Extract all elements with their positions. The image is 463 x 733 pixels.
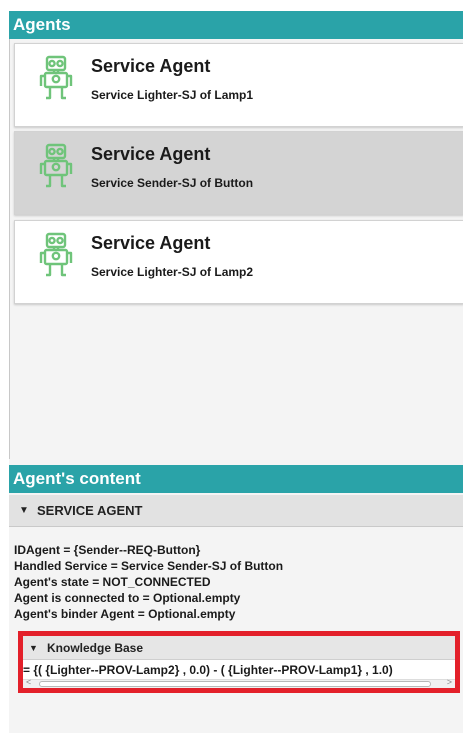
collapse-arrow-icon: ▼ [19,505,29,516]
agent-service: Service Sender-SJ of Button [91,176,254,190]
agent-state-line: Agent's state = NOT_CONNECTED [14,575,211,589]
scroll-left-icon[interactable]: < [26,677,31,687]
agent-card-3[interactable]: Service Agent Service Lighter-SJ of Lamp… [14,220,463,304]
knowledge-base-highlight: ▼ Knowledge Base = {( {Lighter--PROV-Lam… [18,631,460,693]
robot-icon [39,55,73,100]
agents-panel-title: Agents [9,11,463,39]
agent-name: Service Agent [91,144,211,164]
knowledge-base-toggle[interactable]: ▼ Knowledge Base [23,636,455,660]
content-panel-title: Agent's content [9,465,463,493]
robot-icon [39,143,73,188]
robot-icon [39,232,73,277]
service-agent-section-toggle[interactable]: ▼ SERVICE AGENT [9,495,463,527]
knowledge-base-text: = {( {Lighter--PROV-Lamp2} , 0.0) - ( {L… [23,663,393,677]
agents-list[interactable]: Service Agent Service Lighter-SJ of Lamp… [9,39,463,459]
connected-to-line: Agent is connected to = Optional.empty [14,591,241,605]
agent-name: Service Agent [91,233,211,253]
horizontal-scrollbar[interactable]: < > [23,677,455,688]
binder-agent-line: Agent's binder Agent = Optional.empty [14,607,236,621]
scrollbar-thumb[interactable] [39,681,431,687]
section-title: SERVICE AGENT [37,503,143,518]
scroll-right-icon[interactable]: > [447,677,452,687]
agent-name: Service Agent [91,56,211,76]
agent-id-line: IDAgent = {Sender--REQ-Button} [14,543,201,557]
handled-service-line: Handled Service = Service Sender-SJ of B… [14,559,284,573]
agent-details: IDAgent = {Sender--REQ-Button} Handled S… [14,542,454,622]
agent-card-2[interactable]: Service Agent Service Sender-SJ of Butto… [14,131,463,215]
collapse-arrow-icon: ▼ [29,643,38,653]
agent-service: Service Lighter-SJ of Lamp2 [91,265,254,279]
agent-card-1[interactable]: Service Agent Service Lighter-SJ of Lamp… [14,43,463,127]
knowledge-base-title: Knowledge Base [47,641,144,655]
agent-service: Service Lighter-SJ of Lamp1 [91,88,254,102]
